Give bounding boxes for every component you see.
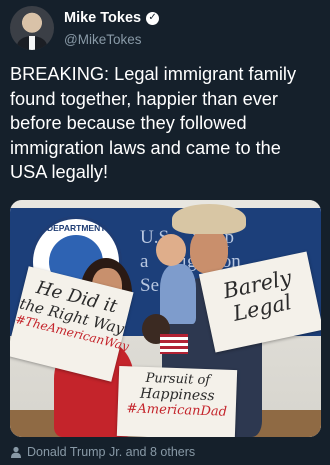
avatar[interactable] <box>10 6 54 50</box>
small-flag <box>160 334 188 354</box>
person-icon <box>11 446 21 458</box>
sign-pursuit-of-happiness: Pursuit of Happiness #AmericanDad <box>116 365 238 437</box>
baby-head <box>156 234 186 266</box>
tweet-text: BREAKING: Legal immigrant family found t… <box>10 64 297 182</box>
tweet-header: Mike Tokes ✓ @MikeTokes <box>10 6 320 54</box>
social-context[interactable]: Donald Trump Jr. and 8 others <box>10 445 195 459</box>
author-name-row: Mike Tokes ✓ <box>64 10 160 26</box>
sign-bottom-hashtag: #AmericanDad <box>126 401 228 420</box>
verified-badge-icon: ✓ <box>146 11 160 25</box>
tweet-photo[interactable]: DEPARTMENT U.S. nship a igration Se He D… <box>10 200 321 437</box>
author-name[interactable]: Mike Tokes <box>64 10 141 26</box>
seal-text: DEPARTMENT <box>47 223 106 233</box>
baby-body <box>160 264 196 324</box>
cowboy-hat <box>172 204 246 234</box>
avatar-shirt <box>29 36 35 50</box>
author-handle[interactable]: @MikeTokes <box>64 32 141 47</box>
social-context-text: Donald Trump Jr. and 8 others <box>27 445 196 459</box>
man-face <box>190 228 228 274</box>
